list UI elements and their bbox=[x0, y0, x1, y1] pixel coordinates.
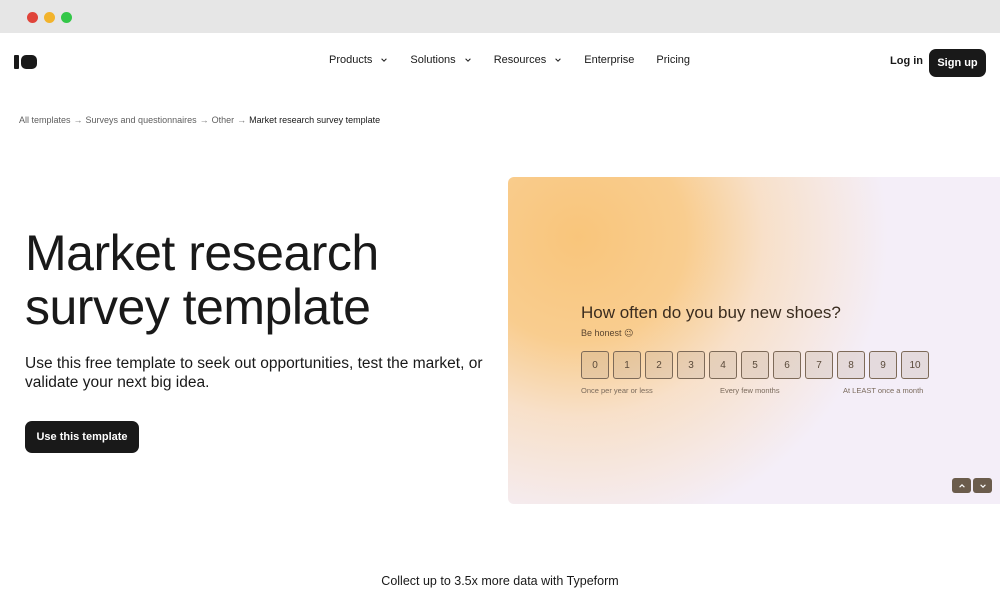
nav-item-products[interactable]: Products bbox=[329, 54, 388, 66]
breadcrumb-current: Market research survey template bbox=[249, 115, 381, 125]
scale-option-1[interactable]: 1 bbox=[613, 351, 641, 379]
scale-label-left: Once per year or less bbox=[581, 386, 653, 395]
question-title: How often do you buy new shoes? bbox=[581, 303, 841, 322]
nav-item-label: Enterprise bbox=[584, 54, 635, 66]
minimize-window-button[interactable] bbox=[44, 12, 55, 23]
typeform-logo[interactable] bbox=[14, 55, 37, 69]
nav-item-label: Resources bbox=[493, 54, 547, 66]
chevron-down-icon bbox=[464, 58, 471, 62]
scale-option-3[interactable]: 3 bbox=[677, 351, 705, 379]
top-nav: Products Solutions Resources Enterprise … bbox=[0, 33, 1000, 91]
scale-option-2[interactable]: 2 bbox=[645, 351, 673, 379]
breadcrumb-separator: → bbox=[73, 115, 83, 125]
maximize-window-button[interactable] bbox=[61, 12, 72, 23]
breadcrumb: All templates → Surveys and questionnair… bbox=[19, 115, 380, 125]
nav-item-enterprise[interactable]: Enterprise bbox=[584, 54, 634, 66]
nav-item-label: Solutions bbox=[410, 54, 456, 66]
use-template-button[interactable]: Use this template bbox=[25, 421, 139, 453]
scale-option-0[interactable]: 0 bbox=[581, 351, 609, 379]
page-title: Market research survey template bbox=[25, 226, 495, 334]
scale-label-right: At LEAST once a month bbox=[843, 386, 924, 395]
nav-item-label: Pricing bbox=[656, 54, 691, 66]
chevron-down-icon bbox=[381, 58, 388, 62]
chevron-down-icon bbox=[979, 483, 986, 488]
nav-item-pricing[interactable]: Pricing bbox=[656, 54, 690, 66]
scale-option-6[interactable]: 6 bbox=[773, 351, 801, 379]
breadcrumb-surveys[interactable]: Surveys and questionnaires bbox=[86, 115, 197, 125]
nav-item-solutions[interactable]: Solutions bbox=[410, 54, 471, 66]
page-title-line-1: Market research bbox=[25, 225, 379, 281]
scale-option-8[interactable]: 8 bbox=[837, 351, 865, 379]
breadcrumb-separator: → bbox=[199, 115, 209, 125]
chevron-down-icon bbox=[555, 58, 562, 62]
breadcrumb-separator: → bbox=[237, 115, 247, 125]
scale-option-4[interactable]: 4 bbox=[709, 351, 737, 379]
breadcrumb-all-templates[interactable]: All templates bbox=[19, 115, 71, 125]
page-title-line-2: survey template bbox=[25, 279, 371, 335]
nav-item-label: Products bbox=[329, 54, 373, 66]
opinion-scale: 0 1 2 3 4 5 6 7 8 9 10 bbox=[581, 351, 929, 379]
preview-nav-arrows bbox=[952, 478, 992, 493]
logo-pill bbox=[21, 55, 37, 69]
scale-option-10[interactable]: 10 bbox=[901, 351, 929, 379]
signup-button[interactable]: Sign up bbox=[929, 49, 986, 77]
nav-item-resources[interactable]: Resources bbox=[494, 54, 563, 66]
nav-menu: Products Solutions Resources Enterprise … bbox=[329, 54, 712, 66]
template-preview: How often do you buy new shoes? Be hones… bbox=[508, 177, 1000, 504]
question-hint: Be honest 😉 bbox=[581, 328, 634, 338]
breadcrumb-other[interactable]: Other bbox=[212, 115, 235, 125]
collect-data-text: Collect up to 3.5x more data with Typefo… bbox=[381, 574, 619, 588]
close-window-button[interactable] bbox=[27, 12, 38, 23]
scale-option-5[interactable]: 5 bbox=[741, 351, 769, 379]
logo-bar bbox=[14, 55, 19, 69]
scale-option-9[interactable]: 9 bbox=[869, 351, 897, 379]
hero-subtitle: Use this free template to seek out oppor… bbox=[25, 355, 483, 391]
chevron-up-icon bbox=[958, 483, 965, 488]
scale-option-7[interactable]: 7 bbox=[805, 351, 833, 379]
browser-chrome bbox=[0, 0, 1000, 33]
next-question-button[interactable] bbox=[973, 478, 992, 493]
scale-label-mid: Every few months bbox=[720, 386, 780, 395]
login-link[interactable]: Log in bbox=[890, 55, 923, 67]
previous-question-button[interactable] bbox=[952, 478, 971, 493]
